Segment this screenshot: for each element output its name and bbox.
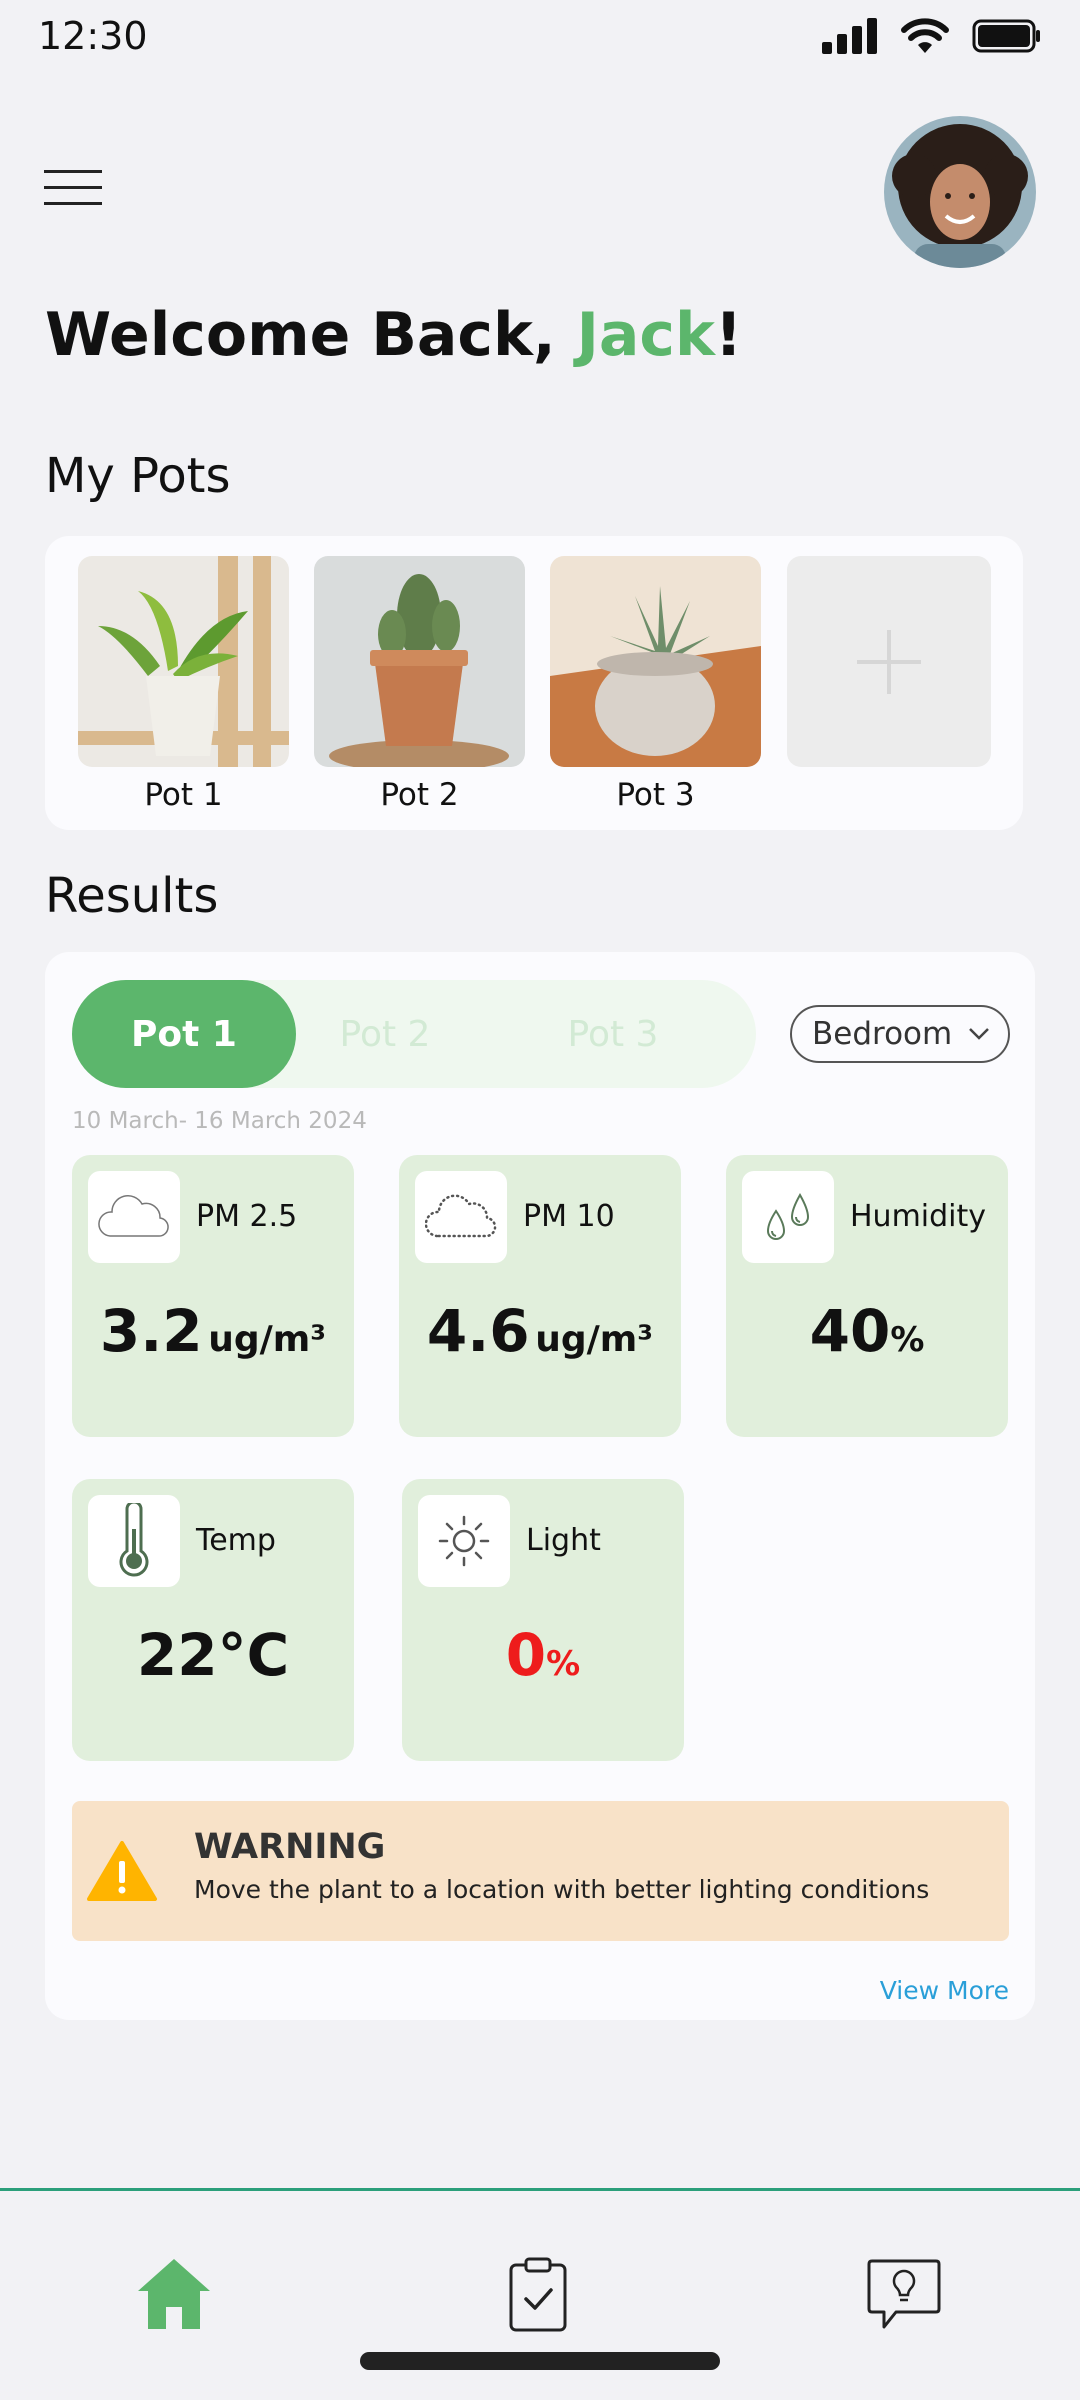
nav-tasks[interactable] — [508, 2257, 568, 2337]
metric-unit: ug/m³ — [208, 1319, 327, 1360]
add-pot-button[interactable] — [787, 556, 991, 767]
signal-icon — [822, 18, 877, 54]
nav-tips[interactable] — [866, 2257, 942, 2337]
metric-value: 0% — [402, 1621, 684, 1689]
metric-value: 4.6 ug/m³ — [399, 1297, 681, 1365]
welcome-heading: Welcome Back, Jack! — [45, 300, 742, 370]
metric-number: 0 — [505, 1621, 547, 1689]
results-card: Pot 1 Pot 2 Pot 3 Bedroom 10 March- 16 M… — [45, 952, 1035, 2020]
lightbulb-chat-icon — [867, 2259, 941, 2329]
warning-title: WARNING — [194, 1827, 386, 1867]
user-avatar[interactable] — [884, 116, 1036, 268]
menu-line — [44, 186, 102, 189]
home-icon — [138, 2259, 210, 2329]
date-range: 10 March- 16 March 2024 — [72, 1108, 367, 1134]
sun-icon — [418, 1495, 510, 1587]
pot-item[interactable]: Pot 1 — [78, 556, 289, 813]
pot-3-image — [550, 556, 761, 767]
pot-label: Pot 3 — [616, 777, 695, 813]
metric-value: 3.2 ug/m³ — [72, 1297, 354, 1365]
metric-unit: ug/m³ — [535, 1319, 654, 1360]
metric-value: 22°C — [72, 1621, 354, 1689]
room-select[interactable]: Bedroom — [790, 1005, 1010, 1063]
chevron-down-icon — [969, 1028, 989, 1040]
metric-label: PM 2.5 — [196, 1199, 298, 1234]
status-bar: 12:30 — [0, 0, 1080, 72]
metric-card-pm25[interactable]: PM 2.5 3.2 ug/m³ — [72, 1155, 354, 1437]
metric-label: PM 10 — [523, 1199, 615, 1234]
metric-card-humidity[interactable]: Humidity 40% — [726, 1155, 1008, 1437]
room-select-value: Bedroom — [812, 1016, 953, 1052]
welcome-suffix: ! — [714, 300, 743, 370]
warning-message: Move the plant to a location with better… — [194, 1875, 930, 1904]
menu-button[interactable] — [44, 170, 102, 210]
metric-number: 4.6 — [426, 1297, 530, 1365]
pot-label: Pot 2 — [380, 777, 459, 813]
plus-icon — [857, 630, 921, 694]
welcome-prefix: Welcome Back, — [45, 300, 577, 370]
metric-number: 40 — [809, 1297, 891, 1365]
wifi-icon — [901, 18, 949, 53]
metric-card-pm10[interactable]: PM 10 4.6 ug/m³ — [399, 1155, 681, 1437]
metric-card-temp[interactable]: Temp 22°C — [72, 1479, 354, 1761]
status-time: 12:30 — [38, 14, 148, 58]
cloud-icon — [88, 1171, 180, 1263]
metric-card-light[interactable]: Light 0% — [402, 1479, 684, 1761]
pot-2-image — [314, 556, 525, 767]
clipboard-check-icon — [509, 2257, 567, 2332]
metric-unit: % — [890, 1320, 925, 1360]
warning-icon — [87, 1841, 157, 1901]
pot-1-image — [78, 556, 289, 767]
tab-pot-2[interactable]: Pot 2 — [290, 980, 480, 1088]
menu-line — [44, 202, 102, 205]
droplets-icon — [742, 1171, 834, 1263]
metric-value: 40% — [726, 1297, 1008, 1365]
results-title: Results — [45, 868, 219, 924]
pot-tab-group: Pot 1 Pot 2 Pot 3 — [72, 980, 756, 1088]
status-icons — [822, 17, 1042, 55]
metric-label: Temp — [196, 1523, 276, 1558]
dotted-cloud-icon — [415, 1171, 507, 1263]
pot-item[interactable]: Pot 2 — [314, 556, 525, 813]
my-pots-card: Pot 1 Pot 2 Pot 3 — [45, 536, 1023, 830]
metric-number: 3.2 — [99, 1297, 203, 1365]
warning-banner: WARNING Move the plant to a location wit… — [72, 1801, 1009, 1941]
home-indicator — [360, 2352, 720, 2370]
tab-pot-3[interactable]: Pot 3 — [518, 980, 708, 1088]
pot-item[interactable]: Pot 3 — [550, 556, 761, 813]
metric-number: 22°C — [136, 1621, 290, 1689]
nav-home[interactable] — [136, 2257, 212, 2333]
metric-label: Humidity — [850, 1199, 987, 1234]
menu-line — [44, 170, 102, 173]
pot-label: Pot 1 — [144, 777, 223, 813]
thermometer-icon — [88, 1495, 180, 1587]
my-pots-title: My Pots — [45, 448, 231, 504]
metric-label: Light — [526, 1523, 601, 1558]
battery-icon — [972, 19, 1040, 53]
tab-pot-1[interactable]: Pot 1 — [72, 980, 296, 1088]
view-more-link[interactable]: View More — [880, 1976, 1009, 2005]
metric-unit: % — [546, 1644, 581, 1684]
user-name: Jack — [576, 300, 715, 370]
